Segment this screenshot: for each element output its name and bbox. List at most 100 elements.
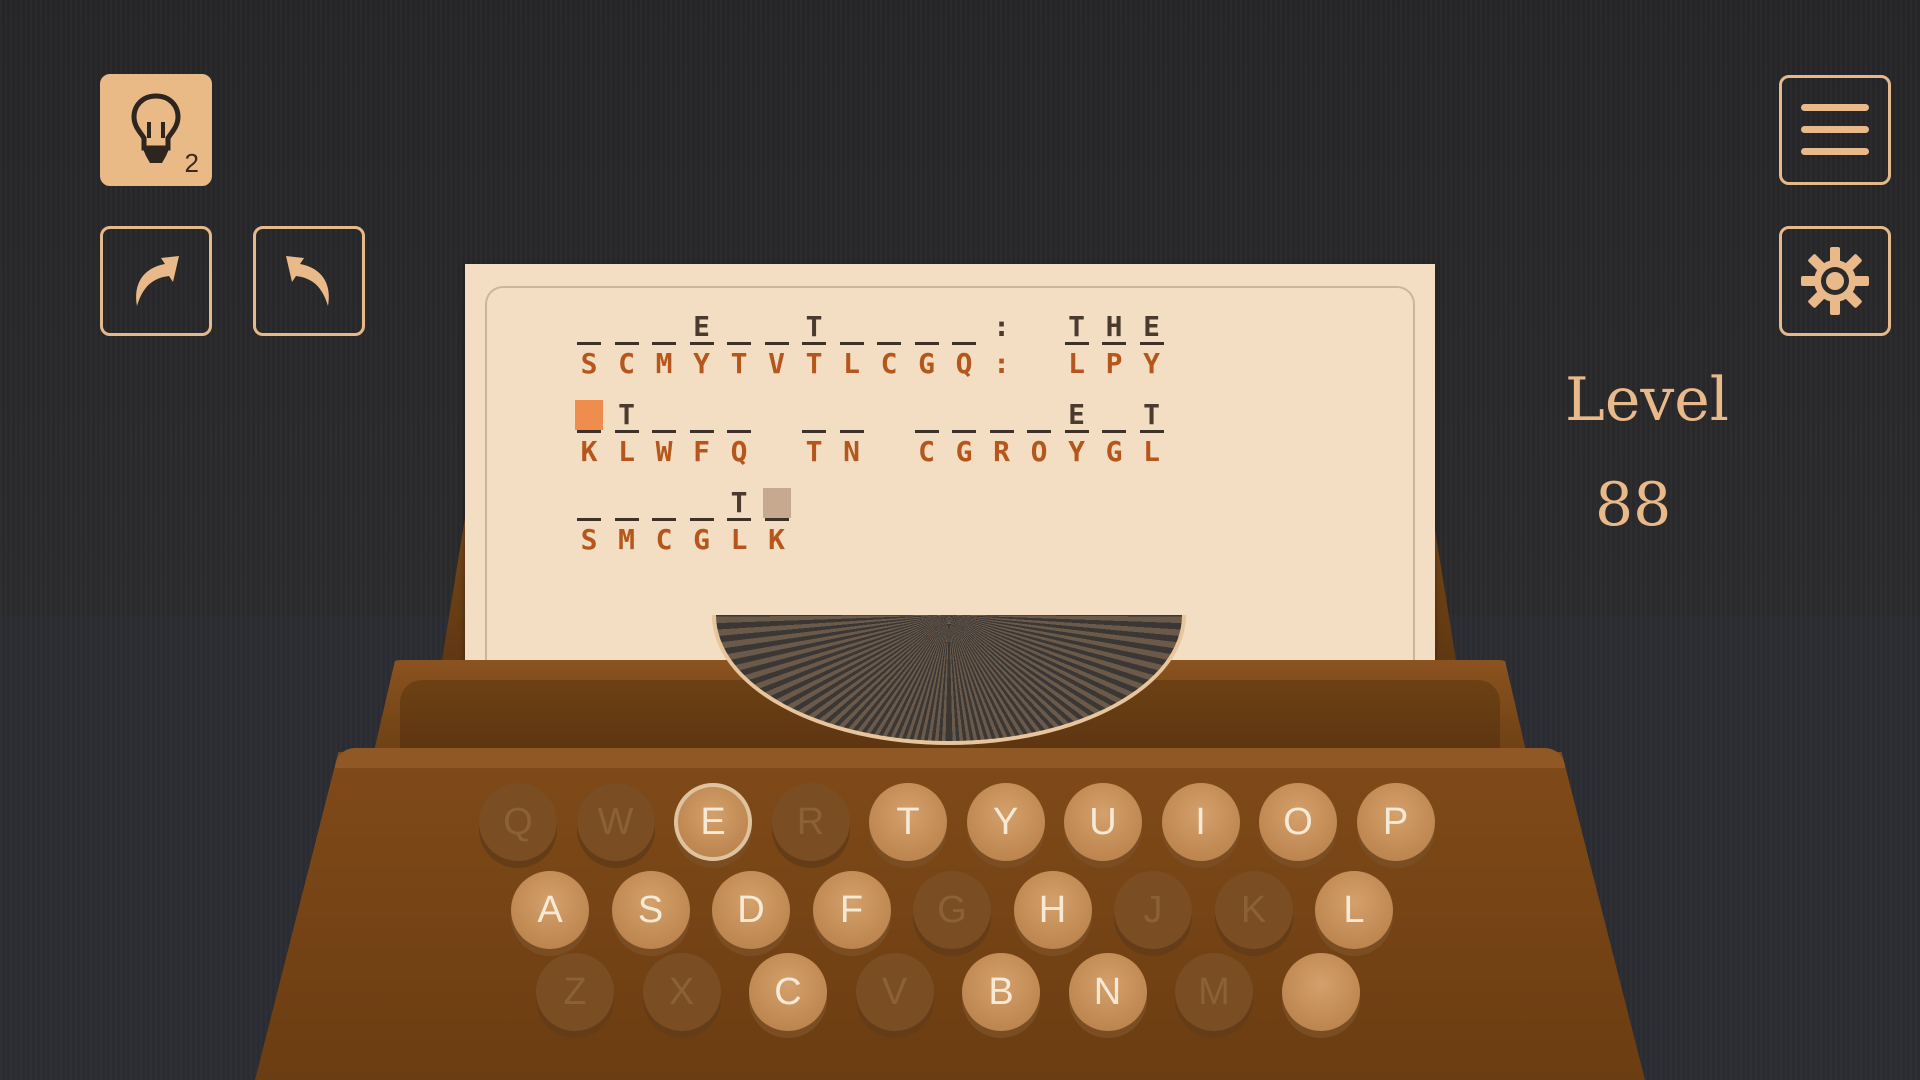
- letter-code: Y: [693, 347, 710, 380]
- key-blank[interactable]: [1281, 953, 1360, 1031]
- letter-guess: [875, 312, 903, 342]
- key-b[interactable]: B: [962, 953, 1040, 1031]
- letter-code: P: [1105, 347, 1123, 380]
- letter-cell[interactable]: G: [688, 488, 716, 556]
- letter-cell[interactable]: S: [575, 488, 603, 556]
- letter-guess: [575, 400, 603, 430]
- redo-icon: [286, 256, 329, 306]
- letter-cell[interactable]: TL: [613, 398, 641, 468]
- letter-guess: :: [993, 310, 1010, 343]
- letter-cell[interactable]: V: [763, 312, 791, 380]
- key-q[interactable]: Q: [479, 783, 557, 861]
- letter-code: L: [1068, 347, 1085, 380]
- key-a[interactable]: A: [511, 871, 589, 949]
- letter-guess: [875, 400, 903, 430]
- key-p[interactable]: P: [1356, 783, 1435, 861]
- key-t[interactable]: T: [869, 783, 947, 861]
- letter-guess: E: [693, 310, 710, 343]
- settings-button[interactable]: [1779, 226, 1891, 336]
- key-s[interactable]: S: [611, 871, 690, 949]
- key-h[interactable]: H: [1013, 871, 1092, 949]
- undo-button[interactable]: [100, 226, 212, 336]
- letter-guess: [725, 400, 753, 430]
- letter-cell[interactable]: M: [650, 312, 678, 380]
- letter-cell[interactable]: K: [762, 488, 791, 556]
- level-number: 88: [1595, 470, 1672, 540]
- key-l[interactable]: L: [1315, 871, 1393, 949]
- letter-guess: H: [1105, 310, 1123, 343]
- key-n[interactable]: N: [1068, 953, 1147, 1031]
- letter-guess: T: [1068, 310, 1085, 343]
- letter-cell[interactable]: M: [613, 488, 641, 556]
- letter-code: G: [955, 435, 973, 468]
- letter-code: L: [1143, 435, 1160, 468]
- menu-icon: [1801, 104, 1869, 155]
- letter-code: T: [730, 347, 748, 380]
- key-v[interactable]: V: [855, 953, 934, 1031]
- letter-cell[interactable]: C: [875, 312, 903, 380]
- key-e[interactable]: E: [674, 783, 752, 861]
- key-c[interactable]: C: [749, 953, 827, 1031]
- letter-cell[interactable]: T: [800, 400, 828, 468]
- letter-guess: [762, 488, 791, 518]
- letter-code: C: [618, 347, 635, 380]
- letter-cell[interactable]: N: [838, 400, 866, 468]
- key-m[interactable]: M: [1175, 953, 1253, 1031]
- letter-guess: [613, 312, 641, 342]
- letter-cell[interactable]: G: [1100, 400, 1128, 468]
- key-r[interactable]: R: [771, 783, 850, 861]
- letter-cell[interactable]: TT: [800, 310, 828, 380]
- letter-cell[interactable]: R: [988, 400, 1016, 468]
- letter-guess: [650, 400, 678, 430]
- letter-code: :: [993, 347, 1010, 380]
- letter-cell[interactable]: EY: [1063, 400, 1091, 468]
- letter-cell[interactable]: HP: [1100, 310, 1128, 380]
- letter-cell[interactable]: T: [725, 312, 753, 380]
- letter-cell: ::: [988, 310, 1016, 381]
- letter-cell[interactable]: C: [650, 488, 678, 556]
- key-y[interactable]: Y: [966, 783, 1045, 861]
- letter-cell[interactable]: K: [575, 400, 603, 468]
- letter-cell[interactable]: G: [913, 312, 941, 380]
- key-j[interactable]: J: [1114, 871, 1192, 949]
- letter-cell[interactable]: EY: [688, 310, 716, 380]
- letter-cell[interactable]: TL: [1138, 400, 1166, 468]
- letter-cell[interactable]: TL: [1063, 310, 1091, 380]
- letter-cell[interactable]: G: [950, 400, 978, 468]
- letter-cell[interactable]: Q: [950, 312, 978, 380]
- redo-button[interactable]: [253, 226, 365, 336]
- key-i[interactable]: I: [1161, 783, 1240, 861]
- key-x[interactable]: X: [642, 953, 721, 1031]
- hint-button[interactable]: 2: [100, 74, 212, 186]
- letter-cell[interactable]: Q: [725, 400, 753, 468]
- letter-guess: T: [618, 398, 635, 431]
- letter-code: O: [1030, 435, 1048, 468]
- letter-guess: T: [730, 486, 748, 519]
- letter-cell[interactable]: L: [838, 312, 866, 380]
- letter-guess: E: [1143, 310, 1160, 343]
- letter-code: [875, 433, 903, 467]
- menu-button[interactable]: [1779, 75, 1891, 185]
- letter-cell[interactable]: S: [575, 312, 603, 380]
- letter-guess: [800, 400, 828, 430]
- letter-cell[interactable]: O: [1025, 400, 1053, 468]
- undo-icon: [136, 256, 179, 306]
- key-o[interactable]: O: [1259, 783, 1337, 861]
- letter-cell[interactable]: TL: [725, 486, 753, 556]
- letter-cell: [1025, 312, 1053, 379]
- key-f[interactable]: F: [812, 871, 891, 949]
- letter-cell[interactable]: W: [650, 400, 678, 468]
- letter-cell[interactable]: F: [688, 400, 716, 468]
- key-z[interactable]: Z: [536, 953, 614, 1031]
- letter-guess: [688, 400, 716, 430]
- letter-cell[interactable]: EY: [1138, 310, 1166, 380]
- letter-cell[interactable]: C: [613, 312, 641, 380]
- letter-cell[interactable]: C: [913, 400, 941, 468]
- key-u[interactable]: U: [1064, 783, 1142, 861]
- key-k[interactable]: K: [1214, 871, 1293, 949]
- key-d[interactable]: D: [712, 871, 790, 949]
- key-g[interactable]: G: [913, 871, 991, 949]
- key-w[interactable]: W: [576, 783, 655, 861]
- letter-guess: [1025, 400, 1053, 430]
- letter-guess: T: [805, 310, 823, 343]
